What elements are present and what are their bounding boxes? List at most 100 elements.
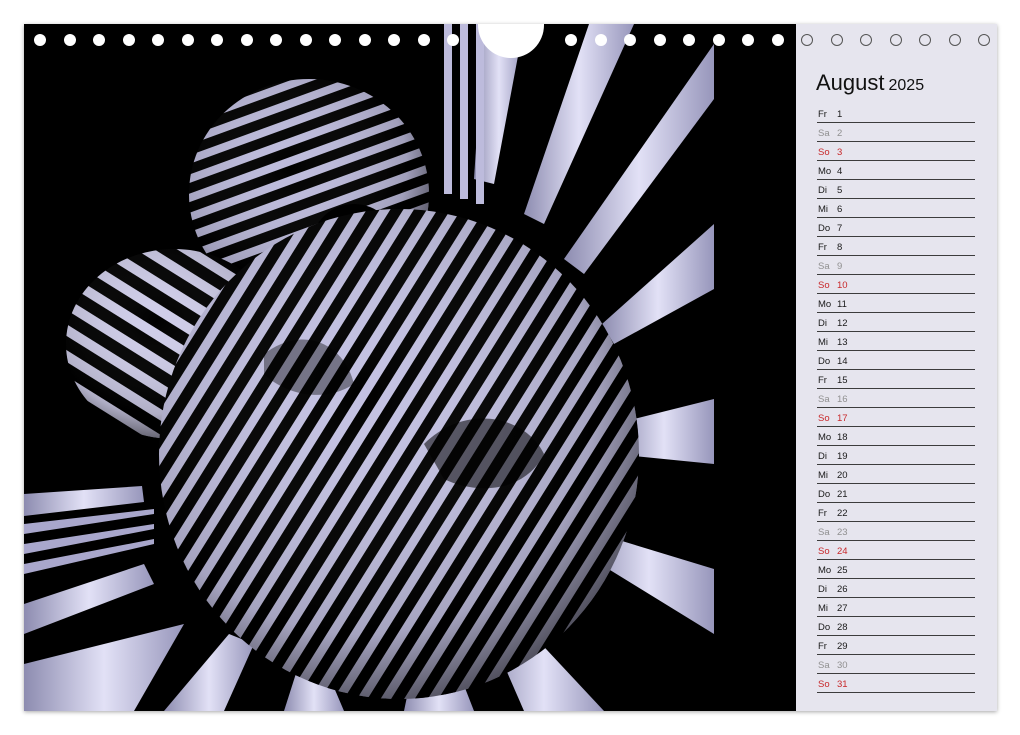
- day-number: 19: [837, 451, 848, 462]
- binding-hole: [565, 34, 577, 46]
- day-number: 2: [837, 128, 843, 139]
- day-number: 28: [837, 622, 848, 633]
- day-number: 1: [837, 109, 843, 120]
- day-number: 14: [837, 356, 848, 367]
- day-number: 3: [837, 147, 843, 158]
- day-row: Mo 18: [817, 427, 975, 446]
- day-number: 27: [837, 603, 848, 614]
- binding-hole: [801, 34, 813, 46]
- binding-hole: [329, 34, 341, 46]
- binding-hole: [830, 34, 843, 46]
- weekday-label: Do: [818, 622, 831, 633]
- day-row: So 3: [817, 142, 975, 161]
- day-row: Di 19: [817, 446, 975, 465]
- weekday-label: Fr: [818, 109, 827, 120]
- binding-hole: [712, 34, 725, 46]
- binding-hole: [683, 34, 695, 46]
- day-number: 17: [837, 413, 848, 424]
- day-number: 31: [837, 679, 848, 690]
- binding-hole: [978, 34, 990, 46]
- day-number: 13: [837, 337, 848, 348]
- day-number: 26: [837, 584, 848, 595]
- day-row: Sa 9: [817, 256, 975, 275]
- weekday-label: Sa: [818, 527, 830, 538]
- day-number: 30: [837, 660, 848, 671]
- day-row: Fr 1: [817, 104, 975, 123]
- calendar-page: August 2025 Fr 1 Sa 2 So 3 Mo 4 Di 5 Mi 6 Do 7 Fr 8 Sa 9 So…: [24, 24, 997, 711]
- weekday-label: Sa: [818, 128, 830, 139]
- binding-hole: [742, 34, 754, 46]
- weekday-label: So: [818, 147, 830, 158]
- day-row: Do 28: [817, 617, 975, 636]
- weekday-label: Mo: [818, 166, 832, 177]
- day-row: Mi 13: [817, 332, 975, 351]
- day-number: 21: [837, 489, 848, 500]
- day-number: 29: [837, 641, 848, 652]
- day-number: 5: [837, 185, 843, 196]
- day-number: 22: [837, 508, 848, 519]
- binding-hole: [358, 34, 371, 46]
- weekday-label: So: [818, 280, 830, 291]
- day-number: 11: [837, 299, 847, 310]
- day-number: 12: [837, 318, 848, 329]
- binding-hole: [34, 34, 46, 46]
- weekday-label: Mi: [818, 470, 829, 481]
- day-number: 10: [837, 280, 848, 291]
- weekday-label: Mi: [818, 204, 829, 215]
- day-row: So 24: [817, 541, 975, 560]
- day-number: 24: [837, 546, 848, 557]
- day-number: 20: [837, 470, 848, 481]
- binding-hole: [594, 34, 607, 46]
- weekday-label: Di: [818, 584, 827, 595]
- day-number: 4: [837, 166, 843, 177]
- weekday-label: Do: [818, 356, 831, 367]
- day-number: 15: [837, 375, 848, 386]
- day-number: 16: [837, 394, 848, 405]
- day-row: Mo 11: [817, 294, 975, 313]
- day-number: 6: [837, 204, 843, 215]
- day-row: Mi 6: [817, 199, 975, 218]
- weekday-label: Do: [818, 489, 831, 500]
- binding-hole: [93, 34, 105, 46]
- binding-hole: [299, 34, 312, 46]
- weekday-label: Sa: [818, 394, 830, 405]
- weekday-label: Sa: [818, 660, 830, 671]
- weekday-label: Fr: [818, 242, 827, 253]
- day-number: 8: [837, 242, 843, 253]
- weekday-label: Mo: [818, 432, 832, 443]
- day-row: Mo 25: [817, 560, 975, 579]
- weekday-label: Di: [818, 318, 827, 329]
- weekday-label: Fr: [818, 375, 827, 386]
- day-number: 9: [837, 261, 843, 272]
- year-label: 2025: [888, 77, 925, 94]
- binding-hole: [417, 34, 430, 46]
- binding-hole: [624, 34, 636, 46]
- weekday-label: Mi: [818, 603, 829, 614]
- op-art-image: [24, 24, 796, 711]
- binding-hole: [919, 34, 931, 46]
- day-row: Di 26: [817, 579, 975, 598]
- day-row: Do 14: [817, 351, 975, 370]
- binding-hole: [388, 34, 400, 46]
- day-row: Do 21: [817, 484, 975, 503]
- weekday-label: So: [818, 413, 830, 424]
- calendar-panel: August 2025 Fr 1 Sa 2 So 3 Mo 4 Di 5 Mi 6 Do 7 Fr 8 Sa 9 So…: [796, 24, 997, 711]
- op-art-graphic: [24, 24, 796, 711]
- day-row: Sa 16: [817, 389, 975, 408]
- day-row: Fr 15: [817, 370, 975, 389]
- day-row: Mi 20: [817, 465, 975, 484]
- binding-hole: [948, 34, 961, 46]
- weekday-label: Di: [818, 451, 827, 462]
- day-row: Sa 23: [817, 522, 975, 541]
- day-row: Fr 22: [817, 503, 975, 522]
- binding-hole: [653, 34, 666, 46]
- weekday-label: Mo: [818, 565, 832, 576]
- weekday-label: Di: [818, 185, 827, 196]
- day-row: Sa 2: [817, 123, 975, 142]
- day-number: 18: [837, 432, 848, 443]
- weekday-label: Do: [818, 223, 831, 234]
- day-number: 25: [837, 565, 848, 576]
- day-row: Fr 8: [817, 237, 975, 256]
- binding-hole: [889, 34, 902, 46]
- binding-hole: [240, 34, 253, 46]
